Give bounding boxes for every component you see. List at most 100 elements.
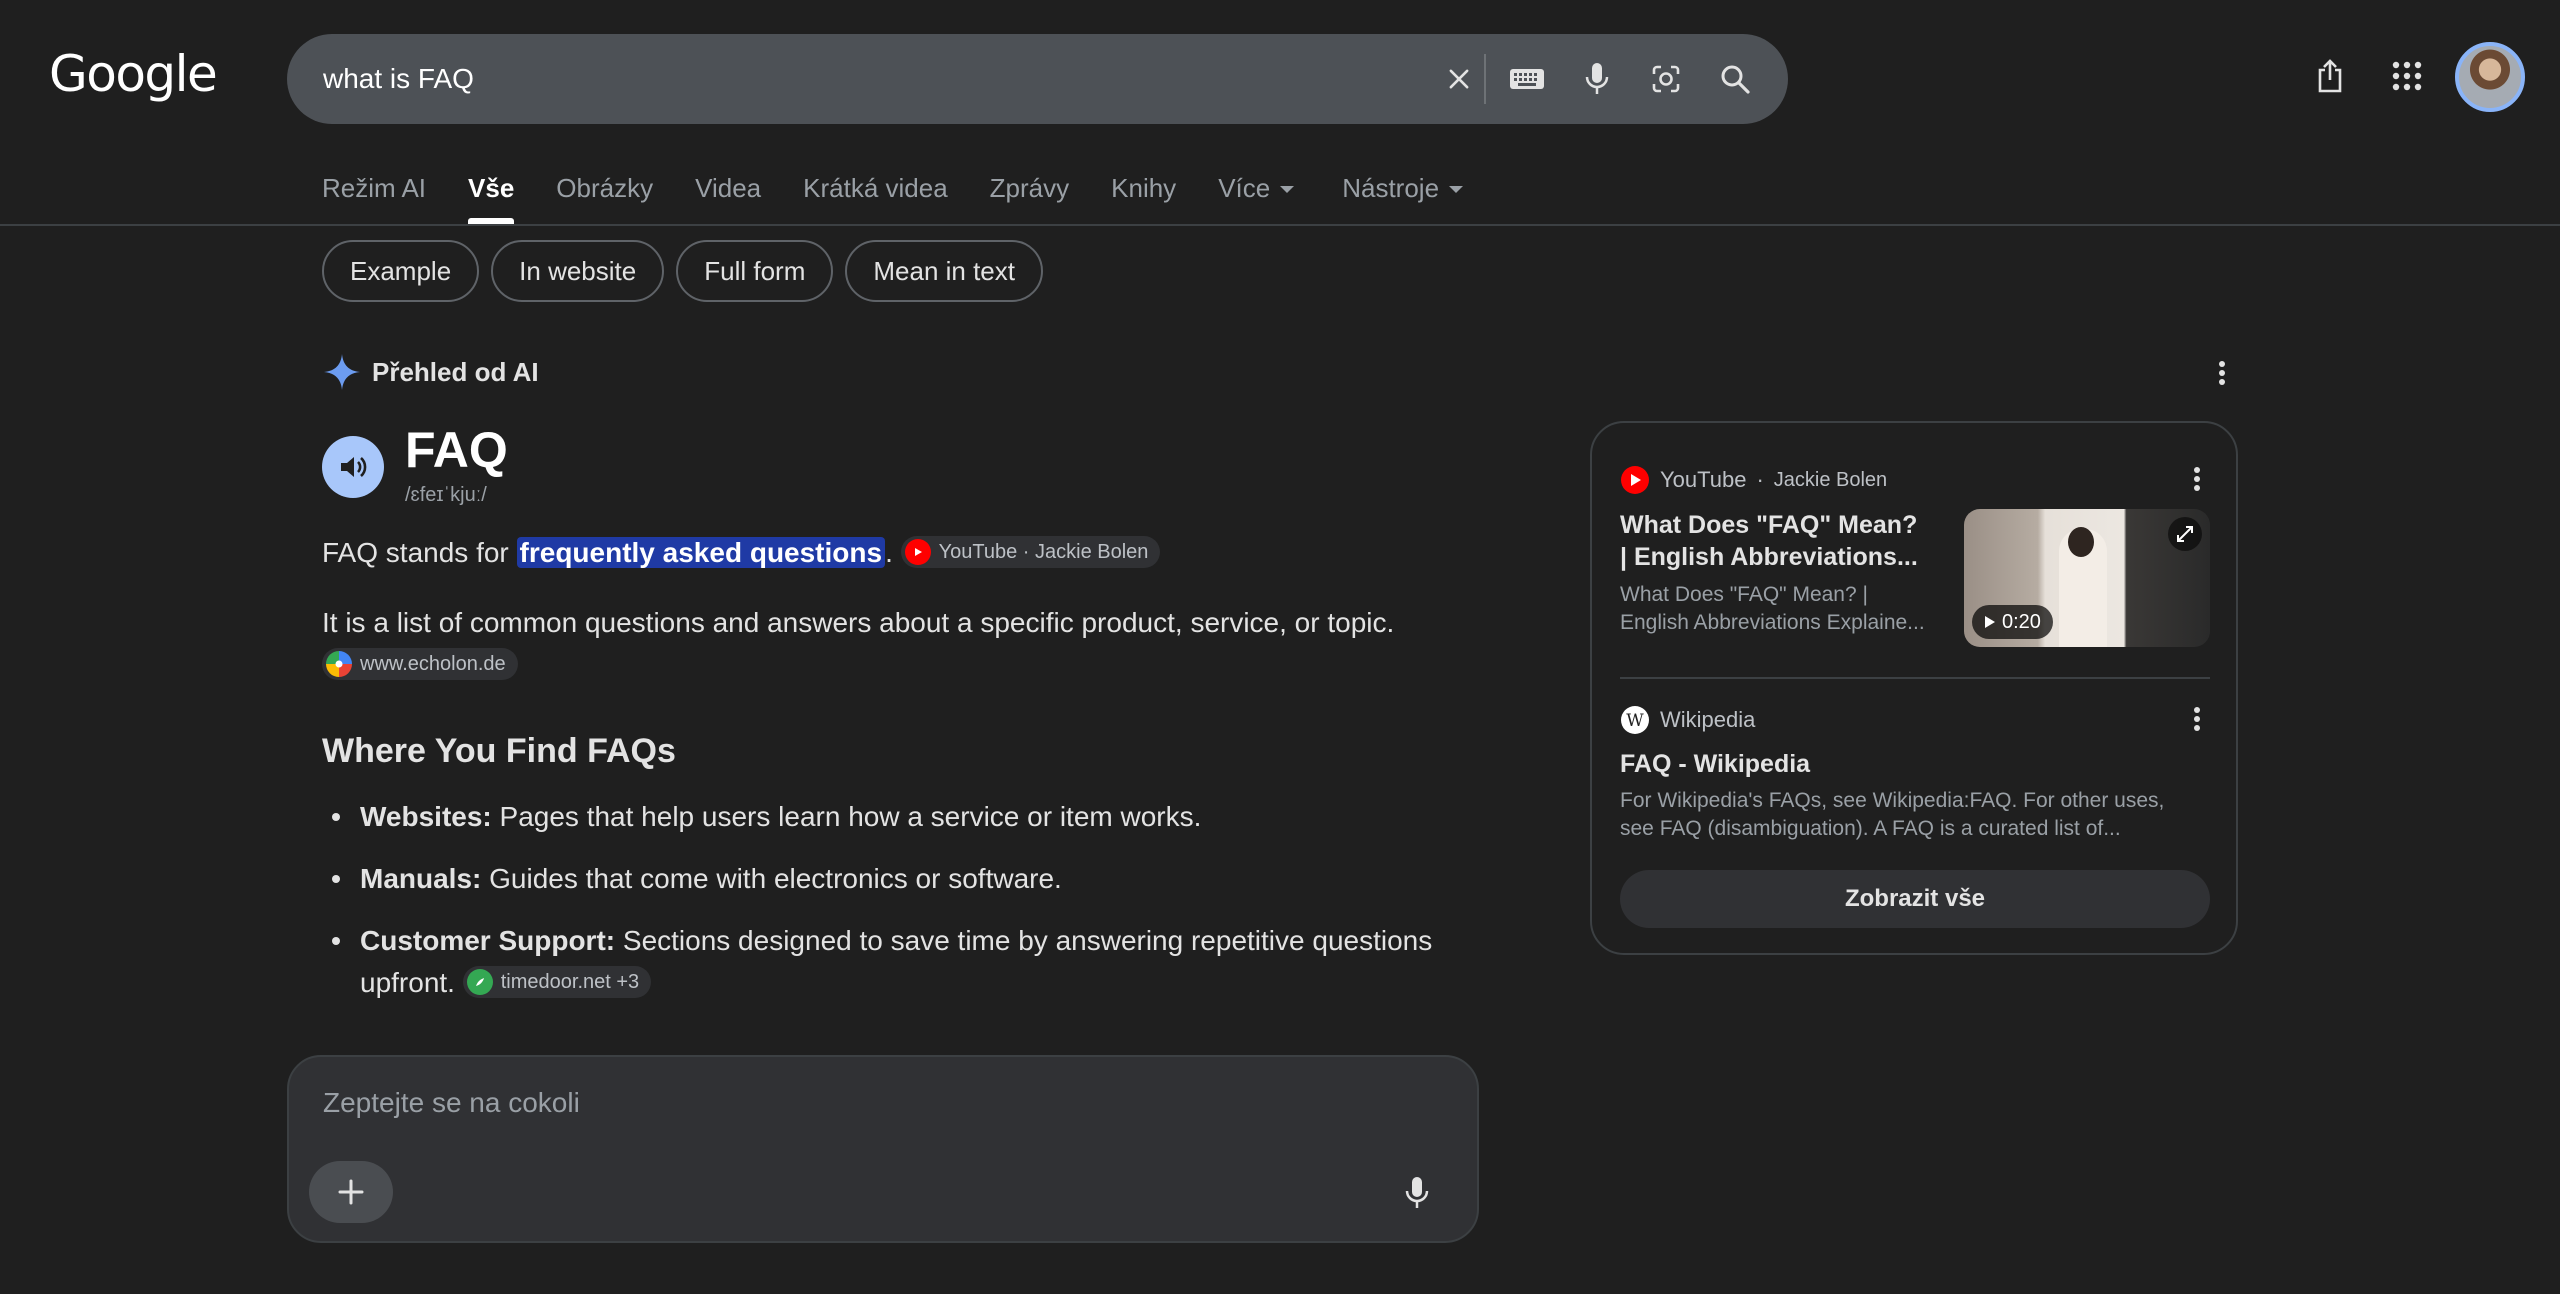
card-divider <box>1620 677 2210 679</box>
youtube-icon <box>1620 465 1650 495</box>
bullet-term: Websites: <box>360 801 492 832</box>
ai-overview-header: Přehled od AI <box>322 352 539 392</box>
chip-in-website[interactable]: In website <box>491 240 665 302</box>
bullet-list: Websites: Pages that help users learn ho… <box>322 796 1492 1024</box>
text: . <box>885 537 893 568</box>
highlighted-answer: frequently asked questions <box>516 537 886 568</box>
card-author: Jackie Bolen <box>1773 468 1888 491</box>
list-item: Manuals: Guides that come with electroni… <box>322 858 1492 900</box>
card-snippet: For Wikipedia's FAQs, see Wikipedia:FAQ.… <box>1620 789 2165 840</box>
sources-panel: YouTube · Jackie Bolen What Does "FAQ" M… <box>1590 421 2238 955</box>
text: It is a list of common questions and ans… <box>322 607 1395 638</box>
plus-icon <box>338 1179 364 1205</box>
sparkle-icon <box>322 352 362 392</box>
list-item: Websites: Pages that help users learn ho… <box>322 796 1492 838</box>
speaker-icon <box>341 457 367 477</box>
tab-short-videos[interactable]: Krátká videa <box>803 170 948 220</box>
pronunciation: /ɛfeɪˈkjuː/ <box>405 484 487 506</box>
ai-overview-label: Přehled od AI <box>372 356 539 387</box>
wikipedia-icon: W <box>1620 705 1650 735</box>
search-icon[interactable] <box>1714 58 1756 100</box>
youtube-icon <box>904 538 931 565</box>
svg-text:W: W <box>1626 711 1644 731</box>
source-chip-echolon[interactable]: www.echolon.de <box>322 647 518 680</box>
card-snippet: What Does "FAQ" Mean? | English Abbrevia… <box>1620 583 1925 634</box>
ask-input[interactable]: Zeptejte se na cokoli <box>323 1087 580 1119</box>
card-source-name: YouTube <box>1660 467 1747 492</box>
source-label: YouTube · Jackie Bolen <box>938 540 1149 563</box>
search-tabs: Režim AI Vše Obrázky Videa Krátká videa … <box>322 170 1505 224</box>
microphone-icon[interactable] <box>1576 58 1618 100</box>
add-button[interactable] <box>309 1161 393 1223</box>
source-label: www.echolon.de <box>360 652 506 675</box>
expand-icon[interactable] <box>2168 517 2202 551</box>
search-input[interactable]: what is FAQ <box>323 34 1323 124</box>
card-source-row: YouTube · Jackie Bolen <box>1620 465 1887 495</box>
tab-ai-mode[interactable]: Režim AI <box>322 170 426 220</box>
show-all-button[interactable]: Zobrazit vše <box>1620 870 2210 928</box>
source-chip-timedoor[interactable]: timedoor.net +3 <box>462 965 652 998</box>
video-duration-badge: 0:20 <box>1972 605 2053 639</box>
section-heading: Where You Find FAQs <box>322 732 676 770</box>
tab-tools[interactable]: Nástroje <box>1342 170 1464 220</box>
video-thumbnail[interactable]: 0:20 <box>1964 509 2210 647</box>
tab-images[interactable]: Obrázky <box>556 170 653 220</box>
tab-news[interactable]: Zprávy <box>990 170 1069 220</box>
chip-full-form[interactable]: Full form <box>676 240 834 302</box>
list-item: Customer Support: Sections designed to s… <box>322 920 1492 1004</box>
source-chip-youtube[interactable]: YouTube · Jackie Bolen <box>900 535 1161 568</box>
apps-grid-icon[interactable] <box>2387 56 2427 96</box>
timedoor-icon <box>466 968 493 995</box>
tab-more[interactable]: Více <box>1218 170 1295 220</box>
pronunciation-speaker-button[interactable] <box>322 436 384 498</box>
card-more-icon[interactable] <box>2182 459 2212 499</box>
clear-icon[interactable] <box>1438 58 1480 100</box>
thumbnail-head <box>2068 527 2094 557</box>
tab-label: Obrázky <box>556 173 654 203</box>
bullet-text: Pages that help users learn how a servic… <box>491 801 1202 832</box>
ai-overview-more-icon[interactable] <box>2207 353 2237 393</box>
share-icon[interactable] <box>2310 56 2350 96</box>
chip-mean-in-text[interactable]: Mean in text <box>845 240 1043 302</box>
tab-label: Vše <box>468 173 515 203</box>
separator-dot: · <box>1756 467 1764 492</box>
ask-anything-box[interactable]: Zeptejte se na cokoli <box>287 1055 1479 1243</box>
definition-paragraph: FAQ stands for frequently asked question… <box>322 532 1161 574</box>
tab-label: Zprávy <box>989 173 1070 203</box>
chip-example[interactable]: Example <box>322 240 480 302</box>
tab-label: Videa <box>695 173 762 203</box>
chevron-down-icon <box>1449 186 1464 193</box>
tab-videos[interactable]: Videa <box>695 170 761 220</box>
tab-books[interactable]: Knihy <box>1111 170 1176 220</box>
refinement-chips: Example In website Full form Mean in tex… <box>322 240 1043 302</box>
play-icon <box>1985 616 1995 628</box>
card-source-row: W Wikipedia <box>1620 705 1755 735</box>
card-source-name: Wikipedia <box>1660 707 1756 732</box>
tab-all[interactable]: Vše <box>468 170 515 224</box>
bullet-text: Guides that come with electronics or sof… <box>481 863 1062 894</box>
card-title-link[interactable]: What Does "FAQ" Mean? | English Abbrevia… <box>1620 509 1920 573</box>
tab-label: Knihy <box>1111 173 1177 203</box>
duration-text: 0:20 <box>2002 610 2041 633</box>
description-paragraph: It is a list of common questions and ans… <box>322 602 1422 686</box>
keyboard-icon[interactable] <box>1506 58 1548 100</box>
google-lens-icon[interactable] <box>1645 58 1687 100</box>
ask-microphone-icon[interactable] <box>1397 1173 1437 1213</box>
card-more-icon[interactable] <box>2182 699 2212 739</box>
account-avatar[interactable] <box>2455 42 2525 112</box>
search-bar[interactable]: what is FAQ <box>287 34 1788 124</box>
tab-label: Krátká videa <box>803 173 948 203</box>
header-divider <box>0 224 2560 226</box>
source-label: timedoor.net +3 <box>500 970 640 993</box>
bullet-term: Customer Support: <box>360 925 616 956</box>
chevron-down-icon <box>1280 186 1295 193</box>
echolon-icon <box>326 650 352 677</box>
bullet-term: Manuals: <box>360 863 482 894</box>
google-logo[interactable]: Google <box>49 44 218 104</box>
search-divider <box>1484 54 1486 104</box>
defined-word: FAQ <box>405 422 508 478</box>
tab-label: Nástroje <box>1342 173 1440 203</box>
card-title-link[interactable]: FAQ - Wikipedia <box>1620 748 2180 780</box>
text: FAQ stands for <box>322 537 517 568</box>
tab-label: Více <box>1218 173 1271 203</box>
